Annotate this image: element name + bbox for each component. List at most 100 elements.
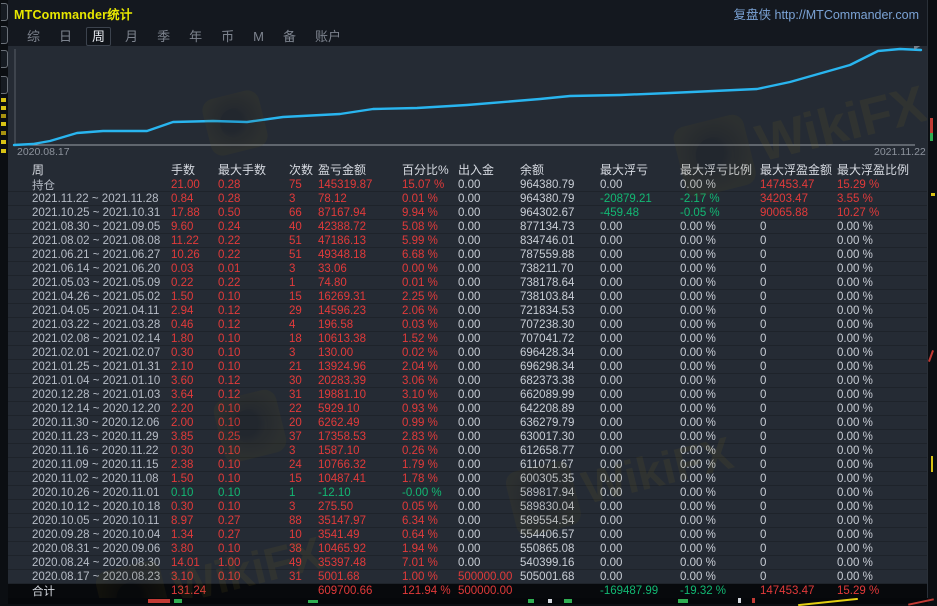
table-row[interactable]: 2020.11.02 ~ 2020.11.081.500.101510487.4… bbox=[8, 472, 927, 486]
cell: 275.50 bbox=[318, 501, 402, 513]
cell: 0.00 % bbox=[680, 221, 760, 233]
cell: 0 bbox=[760, 319, 837, 331]
cell: 131.24 bbox=[171, 585, 218, 597]
cell: 3 bbox=[289, 347, 318, 359]
cell: 1 bbox=[289, 277, 318, 289]
cell: 35397.48 bbox=[318, 557, 402, 569]
menu-item-月[interactable]: 月 bbox=[120, 28, 143, 45]
total-row[interactable]: 合计131.24609700.66121.94 %500000.00-16948… bbox=[8, 584, 927, 598]
cell: 2021.08.30 ~ 2021.09.05 bbox=[32, 221, 171, 233]
table-row[interactable]: 2020.08.17 ~ 2020.08.233.100.10315001.68… bbox=[8, 570, 927, 584]
cell: 0.00 % bbox=[402, 263, 458, 275]
table-row[interactable]: 2021.10.25 ~ 2021.10.3117.880.506687167.… bbox=[8, 206, 927, 220]
cell: 49348.18 bbox=[318, 249, 402, 261]
mtcommander-stats-window: MTCommander统计 复盘侠 http://MTCommander.com… bbox=[8, 0, 928, 598]
resize-grip-icon[interactable] bbox=[914, 46, 925, 50]
table-row[interactable]: 2021.11.22 ~ 2021.11.280.840.28378.120.0… bbox=[8, 192, 927, 206]
menu-item-备[interactable]: 备 bbox=[278, 28, 301, 45]
background-marker bbox=[752, 598, 755, 603]
cell: 1.50 bbox=[171, 291, 218, 303]
table-row[interactable]: 2021.01.04 ~ 2021.01.103.600.123020283.3… bbox=[8, 374, 927, 388]
table-row[interactable]: 2020.10.26 ~ 2020.11.010.100.101-12.10-0… bbox=[8, 486, 927, 500]
table-row[interactable]: 2021.04.05 ~ 2021.04.112.940.122914596.2… bbox=[8, 304, 927, 318]
cell: 0.00 bbox=[600, 347, 680, 359]
cell: 74.80 bbox=[318, 277, 402, 289]
table-row[interactable]: 2020.10.12 ~ 2020.10.180.300.103275.500.… bbox=[8, 500, 927, 514]
cell: 6262.49 bbox=[318, 417, 402, 429]
cell: 0.00 % bbox=[680, 249, 760, 261]
menu-item-M[interactable]: M bbox=[248, 28, 269, 45]
cell: 0.12 bbox=[218, 305, 289, 317]
table-row[interactable]: 2020.12.28 ~ 2021.01.033.640.123119881.1… bbox=[8, 388, 927, 402]
menu-item-币[interactable]: 币 bbox=[216, 28, 239, 45]
cell: 66 bbox=[289, 207, 318, 219]
table-row[interactable]: 2020.08.24 ~ 2020.08.3014.011.004935397.… bbox=[8, 556, 927, 570]
table-row[interactable]: 2021.04.26 ~ 2021.05.021.500.101516269.3… bbox=[8, 290, 927, 304]
cell: 0.00 % bbox=[837, 487, 927, 499]
menu-item-综[interactable]: 综 bbox=[22, 28, 45, 45]
background-marker bbox=[1, 122, 6, 126]
table-row[interactable]: 2020.10.05 ~ 2020.10.118.970.278835147.9… bbox=[8, 514, 927, 528]
table-row[interactable]: 2021.08.30 ~ 2021.09.059.600.244042388.7… bbox=[8, 220, 927, 234]
cell: 3541.49 bbox=[318, 529, 402, 541]
window-title: MTCommander统计 bbox=[14, 4, 133, 23]
menu-item-账户[interactable]: 账户 bbox=[310, 28, 346, 45]
table-row[interactable]: 2020.11.09 ~ 2020.11.152.380.102410766.3… bbox=[8, 458, 927, 472]
table-row[interactable]: 2020.08.31 ~ 2020.09.063.800.103810465.9… bbox=[8, 542, 927, 556]
cell: 0.00 % bbox=[680, 473, 760, 485]
table-row[interactable]: 2021.01.25 ~ 2021.01.312.100.102113924.9… bbox=[8, 360, 927, 374]
table-row[interactable]: 2020.11.30 ~ 2020.12.062.000.10206262.49… bbox=[8, 416, 927, 430]
background-marker bbox=[1, 149, 6, 153]
table-row[interactable]: 2021.02.08 ~ 2021.02.141.800.101810613.3… bbox=[8, 332, 927, 346]
table-row[interactable]: 2021.05.03 ~ 2021.05.090.220.22174.800.0… bbox=[8, 276, 927, 290]
cell: 0.10 bbox=[218, 417, 289, 429]
cell: 0.00 bbox=[458, 403, 520, 415]
table-row[interactable]: 2020.11.23 ~ 2020.11.293.850.253717358.5… bbox=[8, 430, 927, 444]
cell: 49 bbox=[289, 557, 318, 569]
cell: 16269.31 bbox=[318, 291, 402, 303]
table-row[interactable]: 2021.06.21 ~ 2021.06.2710.260.225149348.… bbox=[8, 248, 927, 262]
cell: 1.80 bbox=[171, 333, 218, 345]
cell: 1.34 bbox=[171, 529, 218, 541]
menu-item-周[interactable]: 周 bbox=[86, 27, 111, 46]
cell: 0.93 % bbox=[402, 403, 458, 415]
table-row[interactable]: 2021.03.22 ~ 2021.03.280.460.124196.580.… bbox=[8, 318, 927, 332]
table-row[interactable]: 2020.12.14 ~ 2020.12.202.200.10225929.10… bbox=[8, 402, 927, 416]
table-row[interactable]: 2020.09.28 ~ 2020.10.041.340.27103541.49… bbox=[8, 528, 927, 542]
brand-link[interactable]: 复盘侠 http://MTCommander.com bbox=[734, 4, 919, 23]
table-row[interactable]: 持仓21.000.2875145319.8715.07 %0.00964380.… bbox=[8, 178, 927, 192]
cell: 147453.47 bbox=[760, 585, 837, 597]
cell: 0.01 % bbox=[402, 193, 458, 205]
menu-item-季[interactable]: 季 bbox=[152, 28, 175, 45]
balance-chart[interactable]: 2020.08.17 2021.11.22 bbox=[8, 46, 927, 160]
cell: 22 bbox=[289, 403, 318, 415]
table-row[interactable]: 2020.11.16 ~ 2020.11.220.300.1031587.100… bbox=[8, 444, 927, 458]
cell: 0.00 % bbox=[837, 291, 927, 303]
cell: 2021.11.22 ~ 2021.11.28 bbox=[32, 193, 171, 205]
cell: 0.00 bbox=[600, 179, 680, 191]
cell: 2021.02.01 ~ 2021.02.07 bbox=[32, 347, 171, 359]
column-header: 盈亏金额 bbox=[318, 161, 402, 178]
cell: 51 bbox=[289, 235, 318, 247]
cell: 0.00 bbox=[600, 319, 680, 331]
cell: 4 bbox=[289, 319, 318, 331]
cell: 540399.16 bbox=[520, 557, 600, 569]
cell: 145319.87 bbox=[318, 179, 402, 191]
cell: 0 bbox=[760, 501, 837, 513]
title-bar[interactable]: MTCommander统计 复盘侠 http://MTCommander.com bbox=[8, 0, 927, 26]
table-row[interactable]: 2021.06.14 ~ 2021.06.200.030.01333.060.0… bbox=[8, 262, 927, 276]
equity-curve-svg bbox=[8, 46, 927, 160]
table-row[interactable]: 2021.02.01 ~ 2021.02.070.300.103130.000.… bbox=[8, 346, 927, 360]
table-row[interactable]: 2021.08.02 ~ 2021.08.0811.220.225147186.… bbox=[8, 234, 927, 248]
cell: 0.00 % bbox=[680, 361, 760, 373]
cell: 0.00 bbox=[458, 515, 520, 527]
background-window-bottom-edge bbox=[8, 598, 928, 604]
cell: 10465.92 bbox=[318, 543, 402, 555]
menu-item-日[interactable]: 日 bbox=[54, 28, 77, 45]
background-marker bbox=[548, 599, 552, 603]
cell: 5001.68 bbox=[318, 571, 402, 583]
cell: 合计 bbox=[32, 583, 171, 598]
cell: 721834.53 bbox=[520, 305, 600, 317]
cell: 0.00 bbox=[458, 221, 520, 233]
menu-item-年[interactable]: 年 bbox=[184, 28, 207, 45]
